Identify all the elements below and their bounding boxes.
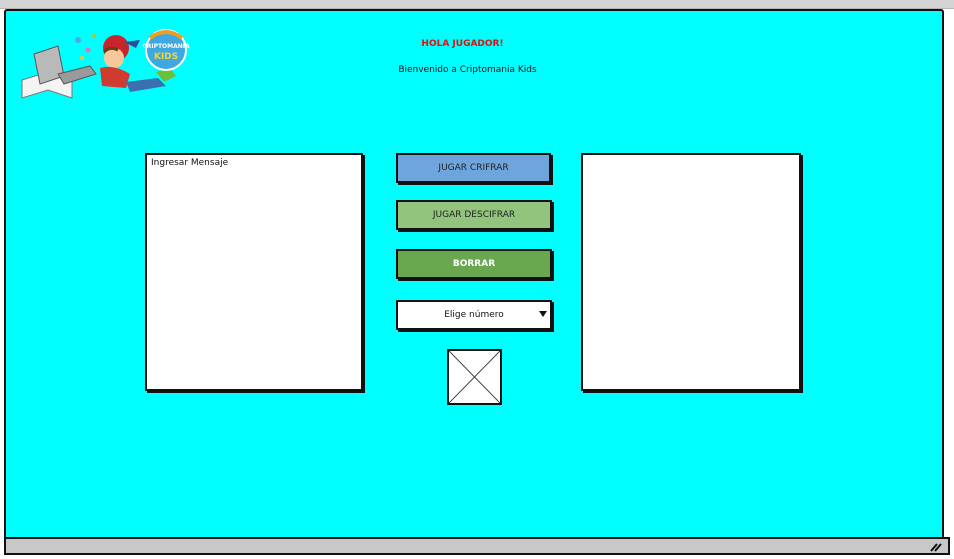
criptomania-kids-logo: CRIPTOMANÍA KIDS <box>21 29 190 99</box>
resize-grip-icon[interactable] <box>930 541 942 552</box>
window-title-bar <box>0 0 954 9</box>
logo-text-line2: KIDS <box>154 52 178 62</box>
logo-text-line1: CRIPTOMANÍA <box>142 42 190 50</box>
number-select[interactable]: Elige número <box>396 300 552 330</box>
greeting-heading: HOLA JUGADOR! <box>421 39 504 49</box>
caret-down-icon <box>539 311 547 317</box>
window-status-bar <box>4 537 950 555</box>
welcome-text: Bienvenido a Criptomania Kids <box>398 65 537 75</box>
message-input-area[interactable]: Ingresar Mensaje <box>145 153 363 391</box>
result-output-area <box>581 153 801 391</box>
number-select-value: Elige número <box>444 310 504 320</box>
message-input-placeholder: Ingresar Mensaje <box>151 158 229 168</box>
jugar-descifrar-button[interactable]: JUGAR DESCIFRAR <box>396 200 552 230</box>
borrar-button[interactable]: BORRAR <box>396 249 552 279</box>
image-placeholder-icon <box>447 349 502 405</box>
jugar-cifrar-button[interactable]: JUGAR CRIFRAR <box>396 153 551 183</box>
